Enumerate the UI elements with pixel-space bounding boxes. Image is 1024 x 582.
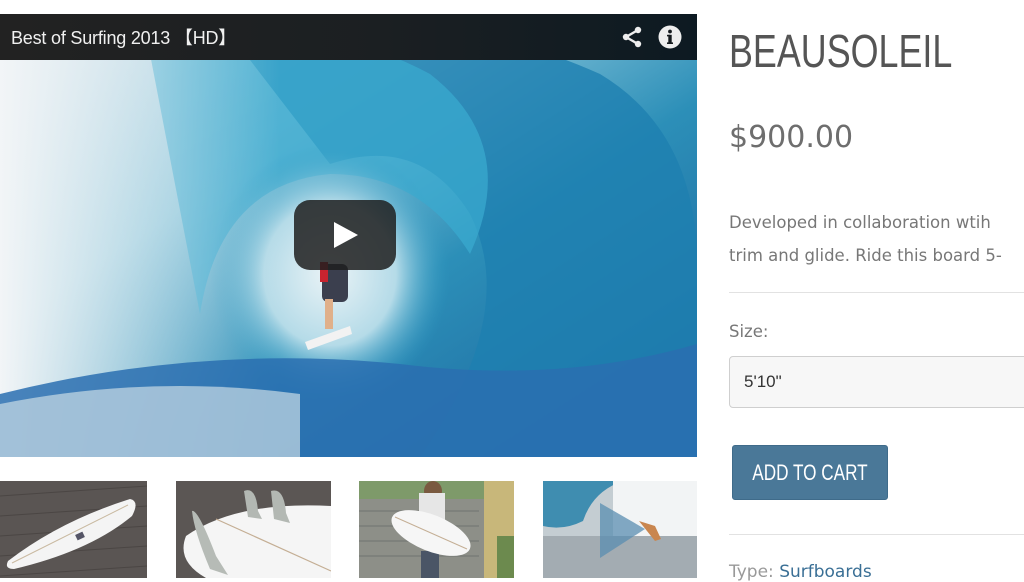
- thumbnail-2[interactable]: [176, 481, 331, 578]
- size-select[interactable]: 5'10": [729, 356, 1024, 408]
- thumbnail-1[interactable]: [0, 481, 147, 578]
- divider: [729, 534, 1024, 535]
- add-to-cart-label: ADD TO CART: [752, 459, 868, 485]
- size-select-value: 5'10": [744, 372, 782, 391]
- surfboard-fins-image: [176, 481, 331, 578]
- description-line: trim and glide. Ride this board 5-: [729, 246, 1002, 265]
- description-line: Developed in collaboration wtih: [729, 213, 991, 232]
- surfing-video-thumbnail-image: [543, 481, 697, 578]
- share-icon[interactable]: [619, 24, 645, 50]
- video-player[interactable]: Best of Surfing 2013 【HD】: [0, 14, 697, 457]
- play-icon: [334, 222, 358, 248]
- add-to-cart-button[interactable]: ADD TO CART: [732, 445, 888, 500]
- product-price: $900.00: [729, 120, 854, 155]
- surfboard-image: [0, 481, 147, 578]
- divider: [729, 292, 1024, 293]
- product-type: Type: Surfboards: [729, 562, 872, 582]
- info-icon[interactable]: [657, 24, 683, 50]
- product-title: BEAUSOLEIL: [729, 25, 953, 77]
- product-description: Developed in collaboration wtih trim and…: [729, 206, 1024, 272]
- type-label: Type:: [729, 562, 774, 582]
- man-holding-surfboard-image: [359, 481, 514, 578]
- play-button[interactable]: [294, 200, 396, 270]
- size-label: Size:: [729, 322, 769, 341]
- thumbnail-4-video[interactable]: [543, 481, 697, 578]
- video-title[interactable]: Best of Surfing 2013 【HD】: [11, 24, 236, 50]
- type-link-surfboards[interactable]: Surfboards: [779, 562, 872, 582]
- video-title-bar: Best of Surfing 2013 【HD】: [0, 14, 697, 60]
- thumbnail-3[interactable]: [359, 481, 514, 578]
